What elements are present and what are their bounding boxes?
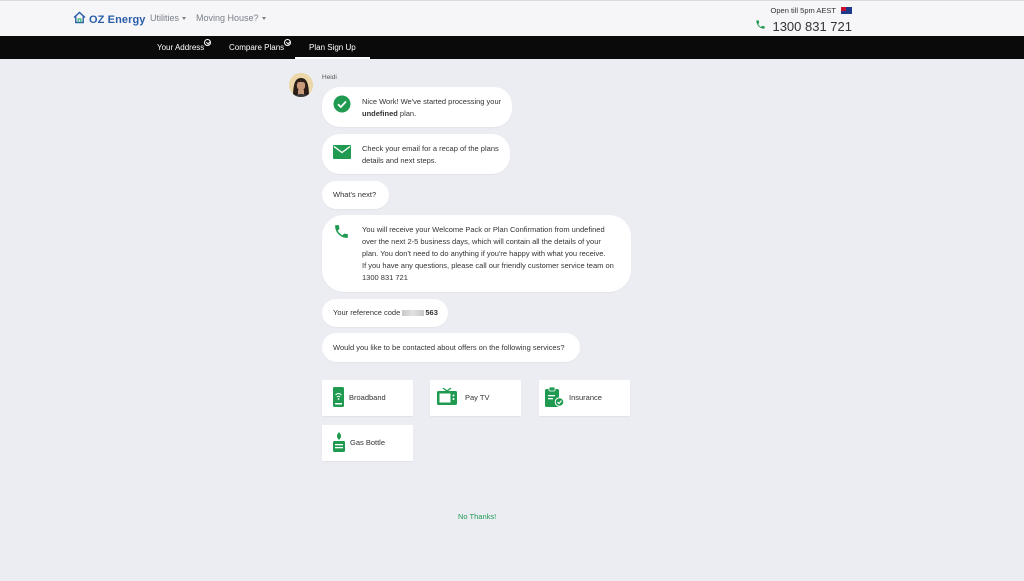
- tab-your-address[interactable]: Your Address: [157, 36, 211, 59]
- service-card-insurance[interactable]: Insurance: [539, 380, 630, 416]
- welcome-line-5: 1300 831 721: [362, 273, 408, 282]
- welcome-line-1: You will receive your Welcome Pack or Pl…: [362, 225, 605, 234]
- redacted-reference: [402, 310, 425, 316]
- processing-line-2: undefined plan.: [362, 108, 501, 120]
- agent-avatar: [289, 73, 313, 97]
- whats-next-text: What's next?: [333, 190, 377, 199]
- clipboard-check-icon: [545, 386, 565, 412]
- email-text: Check your email for a recap of the plan…: [362, 143, 499, 167]
- service-label: Insurance: [569, 393, 602, 402]
- australia-flag-icon: [841, 7, 852, 14]
- brand-name: OZ Energy: [89, 14, 146, 26]
- plan-name: undefined: [362, 109, 398, 118]
- top-header: OZ Energy Utilities Moving House? Open t…: [0, 0, 1024, 36]
- processing-line-1: Nice Work! We've started processing your: [362, 97, 502, 106]
- service-label: Pay TV: [465, 393, 490, 402]
- brand-logo[interactable]: OZ Energy: [73, 11, 146, 29]
- no-thanks-link[interactable]: No Thanks!: [458, 512, 496, 521]
- offers-text: Would you like to be contacted about off…: [333, 342, 565, 352]
- email-line-2: details and next steps.: [362, 156, 437, 165]
- service-label: Gas Bottle: [350, 438, 386, 447]
- tab-compare-plans-label: Compare Plans: [229, 43, 285, 52]
- check-circle-icon: [204, 39, 211, 46]
- welcome-line-3: plan. You don't need to do anything if y…: [362, 249, 606, 258]
- agent-name: Heidi: [322, 74, 337, 81]
- phone-icon: [755, 17, 766, 35]
- chat-message-offers: Would you like to be contacted about off…: [322, 333, 580, 362]
- check-circle-icon: [284, 39, 291, 46]
- chat-message-welcome-pack: You will receive your Welcome Pack or Pl…: [322, 215, 631, 292]
- email-line-1: Check your email for a recap of the plan…: [362, 144, 499, 153]
- reference-text: Your reference code 563: [333, 307, 438, 319]
- tv-icon: [437, 387, 457, 410]
- utilities-menu[interactable]: Utilities: [150, 13, 187, 23]
- moving-house-menu[interactable]: Moving House?: [196, 13, 266, 23]
- phone-icon: [333, 223, 350, 244]
- chevron-down-icon: [261, 16, 266, 20]
- phone-link[interactable]: 1300 831 721: [755, 17, 852, 35]
- chat-message-email: Check your email for a recap of the plan…: [322, 134, 510, 174]
- chat-message-processing: Nice Work! We've started processing your…: [322, 87, 512, 127]
- phone-number: 1300 831 721: [772, 18, 852, 34]
- processing-suffix: plan.: [397, 109, 417, 118]
- welcome-line-4: If you have any questions, please call o…: [362, 261, 614, 270]
- utilities-menu-label: Utilities: [150, 13, 180, 23]
- service-label: Broadband: [349, 393, 386, 402]
- check-circle-icon: [333, 95, 351, 117]
- envelope-icon: [333, 145, 351, 163]
- router-icon: [333, 387, 344, 412]
- chevron-down-icon: [182, 16, 187, 20]
- tab-plan-sign-up[interactable]: Plan Sign Up: [295, 36, 370, 59]
- processing-text: Nice Work! We've started processing your…: [362, 96, 501, 120]
- welcome-text: You will receive your Welcome Pack or Pl…: [362, 224, 614, 284]
- service-card-gas-bottle[interactable]: Gas Bottle: [322, 425, 413, 461]
- service-card-pay-tv[interactable]: Pay TV: [430, 380, 521, 416]
- gas-bottle-icon: [333, 432, 345, 457]
- chat-message-whats-next: What's next?: [322, 181, 389, 209]
- progress-tabs: Your Address Compare Plans Plan Sign Up: [0, 36, 1024, 59]
- open-hours-text: Open till 5pm AEST: [770, 6, 836, 15]
- tab-compare-plans[interactable]: Compare Plans: [229, 36, 291, 59]
- open-hours-row: Open till 5pm AEST: [755, 6, 852, 15]
- reference-label: Your reference code: [333, 308, 403, 317]
- moving-house-menu-label: Moving House?: [196, 13, 259, 23]
- welcome-line-2: over the next 2-5 business days, which w…: [362, 237, 601, 246]
- house-logo-icon: [73, 11, 86, 29]
- tab-your-address-label: Your Address: [157, 43, 205, 52]
- service-card-broadband[interactable]: Broadband: [322, 380, 413, 416]
- chat-message-reference: Your reference code 563: [322, 299, 448, 327]
- reference-code: 563: [425, 308, 438, 317]
- contact-info: Open till 5pm AEST 1300 831 721: [755, 6, 852, 35]
- tab-plan-sign-up-label: Plan Sign Up: [309, 43, 356, 52]
- main-nav: Utilities Moving House?: [150, 13, 266, 23]
